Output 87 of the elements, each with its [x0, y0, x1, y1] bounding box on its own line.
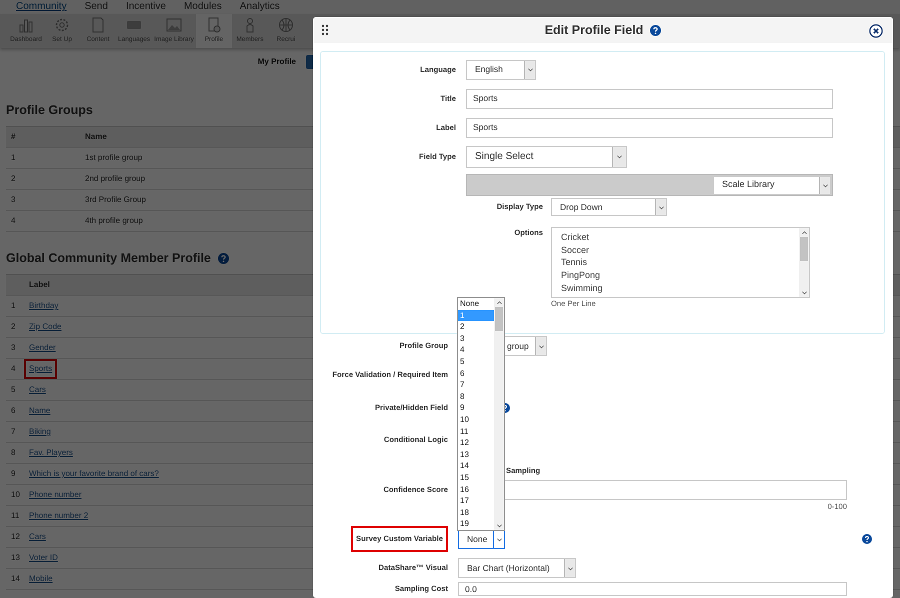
option-line: PingPong [561, 269, 602, 282]
gear-icon [54, 17, 70, 34]
dropdown[interactable]: Bar Chart (Horizontal) [458, 558, 576, 578]
caret-icon [658, 204, 664, 210]
text-area[interactable]: Cricket Soccer Tennis PingPong Swimming [551, 227, 810, 298]
list-option[interactable]: 2 [458, 321, 494, 333]
table-cell-text: 9 [10, 468, 16, 480]
table-cell-text: 6 [10, 405, 16, 417]
dropdown[interactable]: Scale Library [713, 176, 831, 194]
list-option[interactable]: 5 [458, 356, 494, 368]
table-cell-text: 4 [10, 215, 16, 227]
table-cell-text: 2 [10, 321, 16, 333]
list-option[interactable]: 17 [458, 495, 494, 507]
list-option[interactable]: 18 [458, 506, 494, 518]
caret-icon [538, 342, 544, 350]
caret-icon [526, 66, 534, 73]
dropdown[interactable]: English [466, 60, 536, 80]
option-line: Tennis [561, 256, 588, 270]
list-option[interactable]: 3 [458, 332, 494, 344]
option-line: Cricket [561, 231, 590, 244]
scroll-thumb[interactable] [495, 307, 503, 331]
table-cell: 1st profile group [85, 152, 142, 164]
caret-icon [822, 182, 828, 188]
list-option[interactable]: 10 [458, 414, 494, 426]
dropdown[interactable]: Single Select [466, 146, 627, 168]
list-option[interactable]: 11 [458, 426, 494, 438]
list-option[interactable]: 15 [458, 472, 494, 484]
page-title: My Profile [258, 56, 296, 68]
list-option[interactable]: 8 [458, 390, 494, 402]
caret-icon [496, 536, 502, 542]
dropdown[interactable]: Drop Down [551, 198, 667, 216]
list-option[interactable]: 7 [458, 379, 494, 391]
column-header: # [10, 131, 16, 143]
text-field[interactable]: 0.0 [458, 582, 847, 596]
dialog-title: Edit Profile Field [544, 22, 644, 39]
scroll-thumb[interactable] [800, 237, 808, 261]
table-cell-text: 11 [10, 510, 20, 522]
list-option[interactable]: 16 [458, 484, 494, 496]
list-option[interactable]: 13 [458, 448, 494, 460]
list-option[interactable]: 12 [458, 437, 494, 449]
list-option[interactable]: 14 [458, 460, 494, 472]
drag-handle-icon[interactable] [321, 24, 329, 36]
list-option[interactable]: 4 [458, 344, 494, 356]
table-cell: 2nd profile group [85, 173, 146, 185]
list-option[interactable]: 9 [458, 402, 494, 414]
table-cell-text: 10 [10, 489, 21, 501]
profile-card-icon [206, 17, 222, 34]
caret-icon [566, 564, 574, 572]
document-icon [90, 17, 106, 34]
table-cell-text: 14 [10, 573, 21, 585]
table-cell-text: 1 [10, 300, 16, 312]
list-option[interactable]: 19 [458, 518, 494, 530]
scroll-up-icon[interactable] [496, 299, 502, 306]
bar-chart-icon [18, 17, 34, 34]
table-cell-text: 8 [10, 447, 16, 459]
text-field[interactable]: Sports [466, 88, 833, 108]
table-cell-text: 5 [10, 384, 16, 396]
list-option[interactable]: 6 [458, 368, 494, 380]
help-icon[interactable] [650, 24, 662, 36]
caret-icon [616, 153, 623, 160]
column-header: Name [85, 131, 107, 143]
image-icon [166, 17, 182, 34]
text-field[interactable]: Sports [466, 118, 833, 138]
table-cell-text: 13 [10, 552, 21, 564]
list-option[interactable]: None [458, 298, 494, 310]
option-line: Soccer [561, 244, 590, 256]
section-heading: Global Community Member Profile [6, 250, 211, 266]
table-cell-text: 12 [10, 531, 21, 543]
scroll-up-icon[interactable] [800, 229, 808, 236]
table-cell-text: 2 [10, 173, 16, 185]
table-cell-text: 3 [10, 194, 16, 206]
scroll-down-icon[interactable] [496, 522, 502, 529]
dropdown[interactable]: None [458, 529, 505, 549]
table-cell: 3rd Profile Group [85, 194, 146, 206]
option-line: Swimming [561, 282, 604, 295]
table-cell: 4th profile group [85, 215, 143, 227]
help-icon[interactable] [862, 534, 872, 544]
scroll-down-icon[interactable] [800, 289, 808, 296]
section-heading: Profile Groups [6, 102, 94, 118]
table-cell-text: 7 [10, 426, 16, 438]
table-cell-text: 4 [10, 363, 16, 375]
table-cell-text: 1 [10, 152, 16, 164]
scrollbar[interactable] [494, 298, 504, 530]
table-cell-text: 3 [10, 342, 16, 354]
column-header: Label [29, 279, 50, 291]
close-icon[interactable] [869, 24, 883, 38]
scrollbar[interactable] [799, 228, 809, 297]
